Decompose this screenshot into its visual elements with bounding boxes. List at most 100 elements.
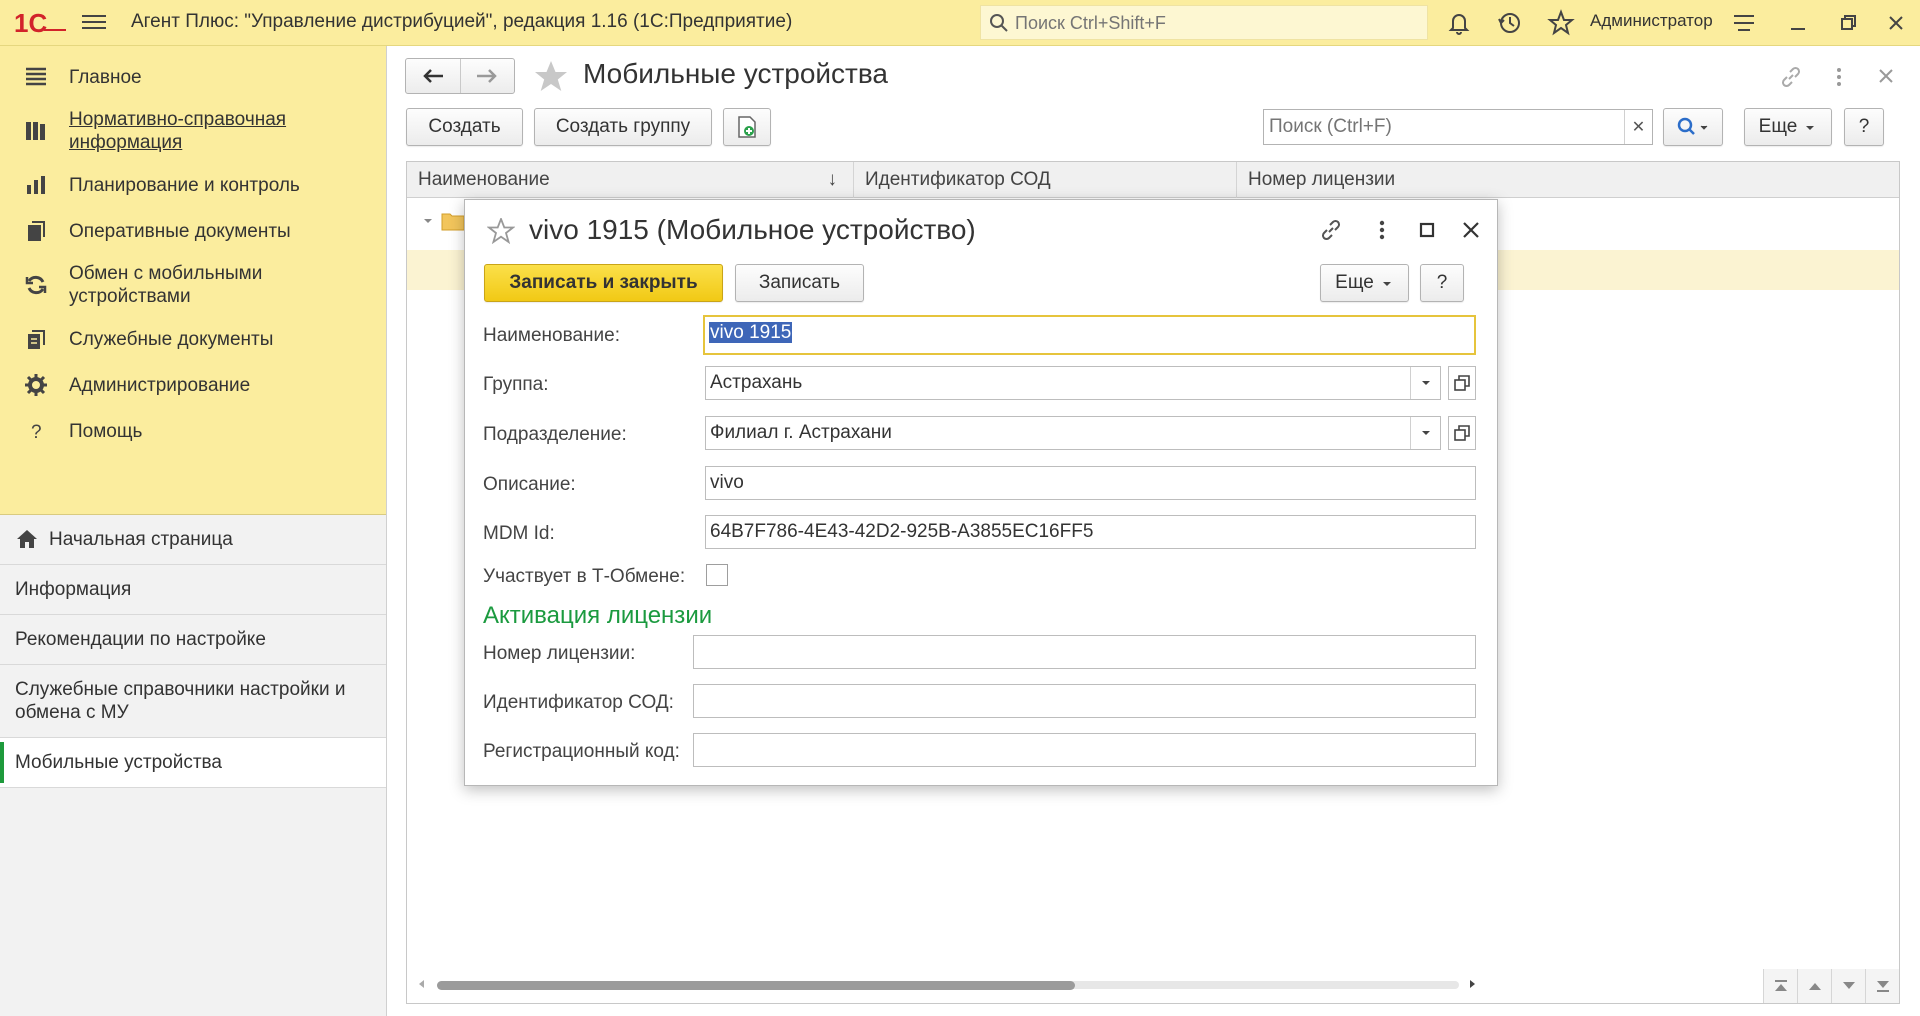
table-row[interactable] — [422, 210, 465, 232]
sync-icon — [25, 275, 47, 295]
link-icon[interactable] — [1778, 64, 1804, 90]
scroll-thumb[interactable] — [437, 981, 1075, 990]
column-header-sod[interactable]: Идентификатор СОД — [854, 162, 1237, 198]
main-menu-icon[interactable] — [82, 11, 106, 33]
mdm-field[interactable]: 64B7F786-4E43-42D2-925B-A3855EC16FF5 — [705, 515, 1476, 549]
svg-text:1С: 1С — [14, 8, 47, 38]
create-button[interactable]: Создать — [406, 108, 523, 146]
minimize-icon[interactable] — [1784, 9, 1812, 37]
page-down-icon[interactable] — [1831, 969, 1865, 1003]
group-dropdown-button[interactable] — [1410, 367, 1440, 399]
restore-icon[interactable] — [1834, 9, 1862, 37]
sod-id-field[interactable]: - - - - — [693, 684, 1476, 718]
license-number-field[interactable] — [693, 635, 1476, 669]
history-icon[interactable] — [1496, 9, 1524, 37]
save-button[interactable]: Записать — [735, 264, 864, 302]
save-and-close-button[interactable]: Записать и закрыть — [484, 264, 723, 302]
sod-id-label: Идентификатор СОД: — [483, 692, 674, 713]
maximize-icon[interactable] — [1413, 216, 1441, 244]
svg-text:?: ? — [31, 422, 42, 443]
dialog-help-button[interactable]: ? — [1420, 264, 1464, 302]
history-navigation — [405, 58, 515, 94]
books-icon — [26, 122, 45, 140]
new-document-icon — [738, 116, 756, 138]
go-first-icon[interactable] — [1763, 969, 1797, 1003]
name-value: vivo 1915 — [709, 322, 793, 343]
nav-item-service-catalogs[interactable]: Служебные справочники настройки и обмена… — [0, 665, 386, 738]
nav-home[interactable]: Начальная страница — [0, 515, 386, 565]
name-label: Наименование: — [483, 325, 620, 346]
nav-home-label: Начальная страница — [49, 529, 233, 550]
mdm-value: 64B7F786-4E43-42D2-925B-A3855EC16FF5 — [710, 521, 1094, 542]
list-navigation-buttons — [1763, 969, 1899, 1003]
section-reference[interactable]: Нормативно-справочная информация — [0, 100, 386, 162]
group-select[interactable]: Астрахань — [705, 366, 1441, 400]
more-vertical-icon[interactable] — [1831, 64, 1847, 90]
column-header-name[interactable]: Наименование ↓ — [407, 162, 854, 198]
close-form-icon[interactable] — [1876, 66, 1896, 86]
global-search[interactable] — [980, 5, 1428, 40]
section-help[interactable]: ? Помощь — [0, 408, 386, 454]
bell-icon[interactable] — [1445, 9, 1473, 37]
division-dropdown-button[interactable] — [1410, 417, 1440, 449]
copy-button[interactable] — [723, 108, 771, 146]
close-icon[interactable] — [1457, 216, 1485, 244]
app-title: Агент Плюс: "Управление дистрибуцией", р… — [131, 11, 793, 32]
scroll-left-icon[interactable] — [417, 979, 427, 989]
more-button[interactable]: Еще — [1744, 108, 1832, 146]
division-select[interactable]: Филиал г. Астрахани — [705, 416, 1441, 450]
clear-search-icon[interactable]: ✕ — [1624, 110, 1652, 144]
go-last-icon[interactable] — [1865, 969, 1899, 1003]
horizontal-scrollbar[interactable] — [417, 977, 1477, 991]
scroll-right-icon[interactable] — [1467, 979, 1477, 989]
folder-icon — [441, 213, 465, 231]
1c-logo[interactable]: 1С — [14, 8, 66, 38]
open-icon — [1454, 375, 1470, 391]
division-open-button[interactable] — [1448, 416, 1476, 450]
forward-button[interactable] — [459, 59, 515, 93]
create-group-button[interactable]: Создать группу — [534, 108, 712, 146]
reg-code-label: Регистрационный код: — [483, 741, 680, 762]
section-administration[interactable]: Администрирование — [0, 362, 386, 408]
user-name[interactable]: Администратор — [1590, 11, 1713, 31]
name-field[interactable]: vivo 1915 — [703, 315, 1476, 355]
section-operational-docs[interactable]: Оперативные документы — [0, 208, 386, 254]
list-icon — [26, 67, 46, 86]
chevron-down-icon — [1421, 431, 1430, 435]
search-options-button[interactable] — [1663, 108, 1723, 146]
nav-item-information[interactable]: Информация — [0, 565, 386, 615]
division-value: Филиал г. Астрахани — [710, 422, 892, 443]
section-service-docs[interactable]: Служебные документы — [0, 316, 386, 362]
description-field[interactable]: vivo — [705, 466, 1476, 500]
t-exchange-label: Участвует в Т-Обмене: — [483, 566, 686, 587]
favorite-star-icon[interactable] — [533, 60, 569, 94]
page-up-icon[interactable] — [1797, 969, 1831, 1003]
search-icon — [1677, 117, 1708, 135]
link-icon[interactable] — [1317, 216, 1345, 244]
list-search-input[interactable] — [1269, 115, 1609, 139]
column-header-license[interactable]: Номер лицензии — [1237, 162, 1901, 198]
close-icon[interactable] — [1882, 9, 1910, 37]
favorite-star-icon[interactable] — [487, 218, 515, 244]
nav-item-mobile-devices[interactable]: Мобильные устройства — [0, 738, 386, 788]
dialog-more-button[interactable]: Еще — [1320, 264, 1409, 302]
description-value: vivo — [710, 472, 744, 493]
section-planning[interactable]: Планирование и контроль — [0, 162, 386, 208]
global-search-input[interactable] — [1015, 11, 1415, 35]
t-exchange-checkbox[interactable] — [706, 564, 728, 586]
expand-arrow-icon[interactable] — [422, 215, 434, 227]
help-icon: ? — [31, 422, 42, 443]
nav-item-setup-recommendations[interactable]: Рекомендации по настройке — [0, 615, 386, 665]
group-open-button[interactable] — [1448, 366, 1476, 400]
section-mobile-exchange[interactable]: Обмен с мобильными устройствами — [0, 254, 386, 316]
mdm-label: MDM Id: — [483, 523, 555, 544]
settings-menu-icon[interactable] — [1730, 9, 1758, 37]
more-vertical-icon[interactable] — [1368, 216, 1396, 244]
favorites-icon[interactable] — [1547, 9, 1575, 37]
section-main[interactable]: Главное — [0, 54, 386, 100]
back-button[interactable] — [406, 59, 460, 93]
help-button[interactable]: ? — [1844, 108, 1884, 146]
bar-chart-icon — [27, 176, 45, 194]
reg-code-field[interactable] — [693, 733, 1476, 767]
list-search[interactable]: ✕ — [1263, 109, 1653, 145]
